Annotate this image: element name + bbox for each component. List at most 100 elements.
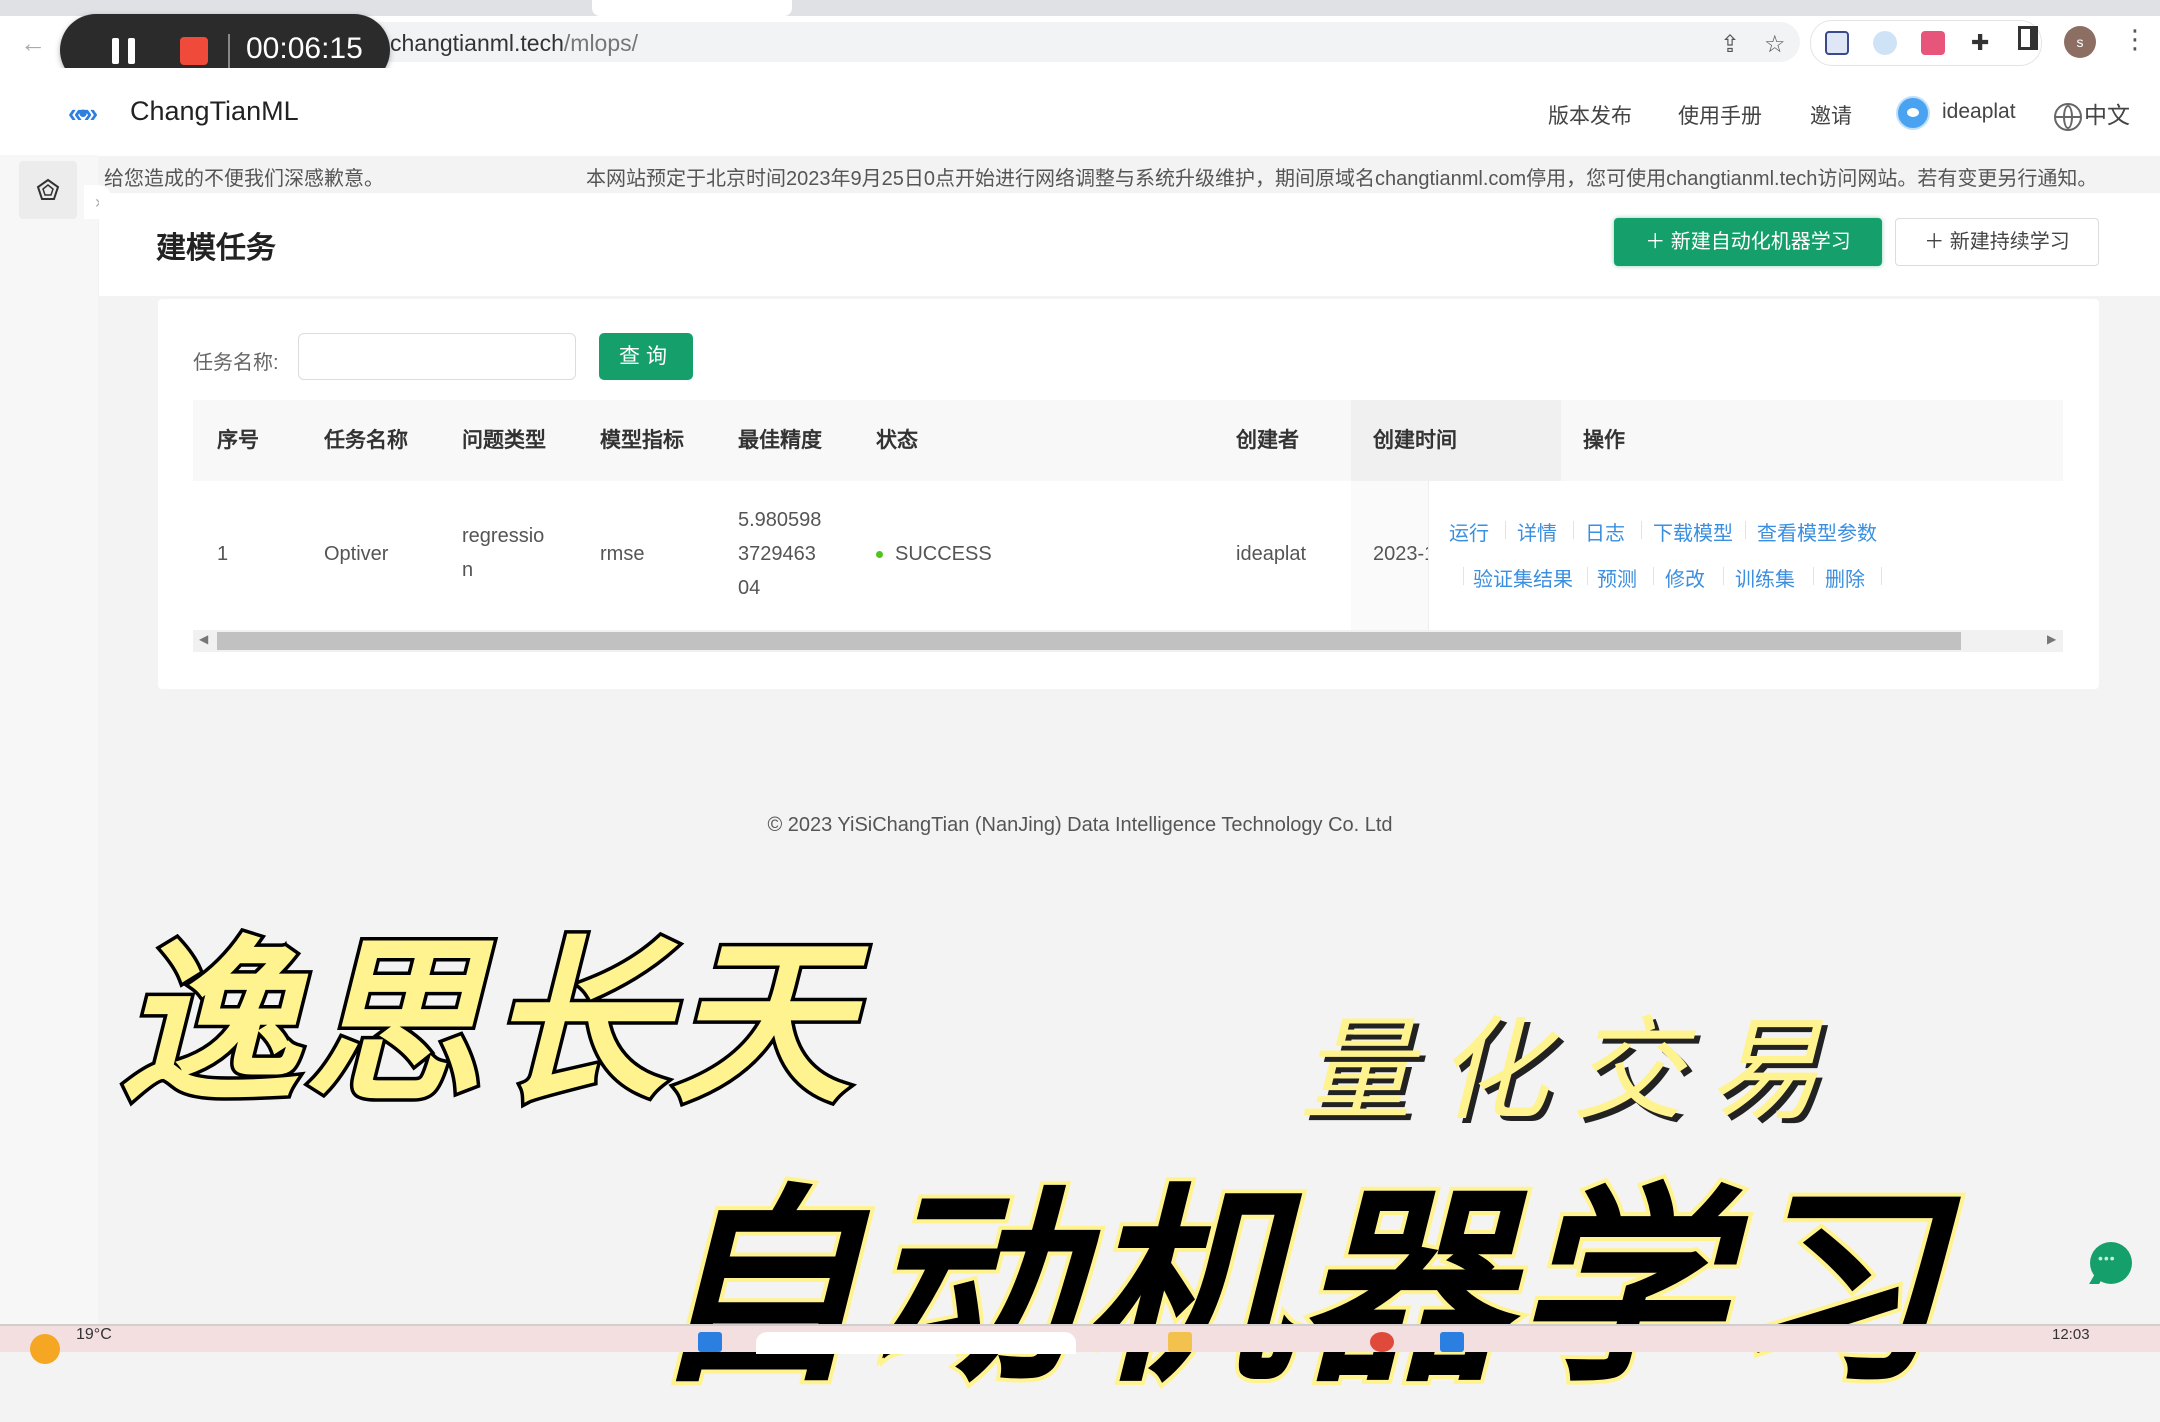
cell-creator: ideaplat bbox=[1236, 543, 1307, 565]
action-divider bbox=[1641, 521, 1642, 539]
cell-actions: 运行 详情 日志 下载模型 查看模型参数 验证集结果 预测 修改 训练集 删除 bbox=[1428, 481, 2064, 630]
site-header: «•» ChangTianML 版本发布 使用手册 邀请 ideaplat 中文 bbox=[0, 68, 2160, 156]
scrollbar-thumb[interactable] bbox=[217, 632, 1961, 650]
action-predict-link[interactable]: 预测 bbox=[1597, 563, 1637, 592]
nav-invite[interactable]: 邀请 bbox=[1810, 100, 1852, 130]
col-header-created-at[interactable]: 创建时间 bbox=[1351, 400, 1561, 481]
recorder-divider bbox=[228, 34, 230, 68]
extensions-group: ✚ bbox=[1810, 20, 2042, 66]
maintenance-notice-marquee: 给您造成的不便我们深感歉意。 本网站预定于北京时间2023年9月25日0点开始进… bbox=[104, 158, 2160, 192]
system-clock[interactable]: 12:03 bbox=[2052, 1326, 2090, 1343]
pause-recording-button[interactable] bbox=[104, 34, 184, 68]
scroll-left-arrow-icon[interactable]: ◀ bbox=[199, 632, 208, 646]
side-panel-icon[interactable] bbox=[2018, 26, 2038, 50]
language-switcher[interactable]: 中文 bbox=[2054, 96, 2130, 131]
col-header-actions: 操作 bbox=[1583, 429, 1625, 452]
page-title: 建模任务 bbox=[156, 232, 276, 265]
cell-task-name: Optiver bbox=[324, 543, 389, 565]
action-divider bbox=[1573, 521, 1574, 539]
nav-release-notes[interactable]: 版本发布 bbox=[1548, 100, 1632, 130]
col-header-best-score: 最佳精度 bbox=[738, 429, 822, 452]
col-header-problem-type: 问题类型 bbox=[462, 429, 546, 452]
user-avatar[interactable] bbox=[1896, 96, 1930, 130]
cell-best-score-line2: 3729463 bbox=[738, 543, 816, 565]
action-divider bbox=[1745, 521, 1746, 539]
query-button[interactable]: 查询 bbox=[599, 333, 693, 380]
status-success-dot bbox=[876, 551, 883, 559]
more-menu-icon[interactable]: ⋮ bbox=[2122, 24, 2148, 55]
page-header: 建模任务 ＋ 新建自动化机器学习 ＋ 新建持续学习 bbox=[99, 193, 2160, 296]
action-divider bbox=[1587, 567, 1588, 585]
table-header: 序号 任务名称 问题类型 模型指标 最佳精度 状态 创建者 创建时间 操作 bbox=[193, 400, 2063, 481]
status-badge: SUCCESS bbox=[895, 543, 992, 565]
action-details-link[interactable]: 详情 bbox=[1517, 517, 1557, 546]
user-name[interactable]: ideaplat bbox=[1942, 100, 2016, 124]
action-edit-link[interactable]: 修改 bbox=[1665, 563, 1705, 592]
action-delete-link[interactable]: 删除 bbox=[1825, 563, 1865, 592]
col-header-creator: 创建者 bbox=[1236, 429, 1299, 452]
weather-temperature[interactable]: 19°C bbox=[76, 1326, 112, 1344]
pentagon-logo-icon bbox=[36, 178, 60, 200]
col-header-metric: 模型指标 bbox=[600, 429, 684, 452]
action-divider bbox=[1723, 567, 1724, 585]
vscode-taskbar-icon[interactable] bbox=[1440, 1332, 1464, 1352]
new-continual-learning-button[interactable]: ＋ 新建持续学习 bbox=[1895, 218, 2099, 266]
action-divider bbox=[1653, 567, 1654, 585]
active-tab[interactable] bbox=[592, 0, 792, 16]
file-explorer-icon[interactable] bbox=[1168, 1332, 1192, 1352]
stop-recording-button[interactable] bbox=[180, 37, 208, 65]
col-header-index: 序号 bbox=[217, 429, 259, 452]
extensions-puzzle-icon[interactable]: ✚ bbox=[1971, 31, 1995, 55]
brand-name[interactable]: ChangTianML bbox=[130, 96, 299, 127]
pause-icon-bar bbox=[128, 38, 135, 64]
taskbar-search-box[interactable] bbox=[756, 1332, 1076, 1354]
extension-password-icon[interactable] bbox=[1873, 31, 1897, 55]
sidebar-item-modeling[interactable] bbox=[19, 161, 77, 219]
action-download-model-link[interactable]: 下载模型 bbox=[1653, 517, 1733, 546]
url-host: changtianml.tech bbox=[390, 30, 564, 56]
chrome-taskbar-icon[interactable] bbox=[1370, 1332, 1394, 1352]
url-text[interactable]: changtianml.tech/mlops/ bbox=[390, 30, 638, 57]
notice-text-left: 给您造成的不便我们深感歉意。 bbox=[104, 168, 384, 190]
action-training-set-link[interactable]: 训练集 bbox=[1735, 563, 1795, 592]
action-divider bbox=[1813, 567, 1814, 585]
footer-copyright: © 2023 YiSiChangTian (NanJing) Data Inte… bbox=[767, 814, 1393, 836]
action-run-link[interactable]: 运行 bbox=[1449, 517, 1489, 546]
cell-status: SUCCESS bbox=[876, 543, 992, 566]
action-log-link[interactable]: 日志 bbox=[1585, 517, 1625, 546]
profile-avatar[interactable]: s bbox=[2064, 26, 2096, 58]
action-view-params-link[interactable]: 查看模型参数 bbox=[1757, 517, 1877, 546]
extension-translate-icon[interactable] bbox=[1921, 31, 1945, 55]
start-menu-icon[interactable] bbox=[698, 1332, 722, 1352]
cell-problem-type-line1: regressio bbox=[462, 525, 545, 547]
scroll-right-arrow-icon[interactable]: ▶ bbox=[2047, 632, 2056, 646]
action-divider bbox=[1505, 521, 1506, 539]
brand-logo-icon[interactable]: «•» bbox=[68, 98, 98, 129]
notice-text-right: 本网站预定于北京时间2023年9月25日0点开始进行网络调整与系统升级维护，期间… bbox=[586, 168, 2098, 190]
cell-best-score-line3: 04 bbox=[738, 577, 761, 599]
cell-problem-type-line2: n bbox=[462, 559, 474, 581]
chat-bubble-icon[interactable] bbox=[2090, 1242, 2132, 1284]
action-divider bbox=[1463, 567, 1464, 585]
recording-timer: 00:06:15 bbox=[246, 32, 363, 65]
nav-user-manual[interactable]: 使用手册 bbox=[1678, 100, 1762, 130]
action-validation-results-link[interactable]: 验证集结果 bbox=[1473, 563, 1573, 592]
new-automl-button[interactable]: ＋ 新建自动化机器学习 bbox=[1614, 218, 1882, 266]
col-header-task-name: 任务名称 bbox=[324, 429, 408, 452]
weather-sun-icon[interactable] bbox=[30, 1334, 60, 1364]
extension-reader-icon[interactable] bbox=[1825, 31, 1849, 55]
bookmark-star-icon[interactable]: ☆ bbox=[1764, 30, 1786, 59]
task-name-label: 任务名称: bbox=[193, 352, 279, 374]
overlay-title-black: 自动机器学习 bbox=[646, 1162, 1947, 1415]
overlay-title-yellow: 逸思长天 bbox=[117, 917, 856, 1131]
os-taskbar: 19°C 12:03 bbox=[0, 1324, 2160, 1364]
table-horizontal-scrollbar[interactable]: ◀ ▶ bbox=[193, 630, 2063, 652]
globe-icon bbox=[2054, 102, 2082, 131]
share-icon[interactable]: ⇪ bbox=[1720, 30, 1740, 59]
address-bar[interactable]: changtianml.tech/mlops/ ⇪ ☆ bbox=[160, 22, 1800, 62]
task-name-input[interactable] bbox=[298, 333, 576, 380]
sidebar: › bbox=[0, 155, 112, 1325]
pause-icon-bar bbox=[112, 38, 119, 64]
back-icon[interactable]: ← bbox=[20, 28, 46, 59]
language-label: 中文 bbox=[2084, 102, 2130, 128]
